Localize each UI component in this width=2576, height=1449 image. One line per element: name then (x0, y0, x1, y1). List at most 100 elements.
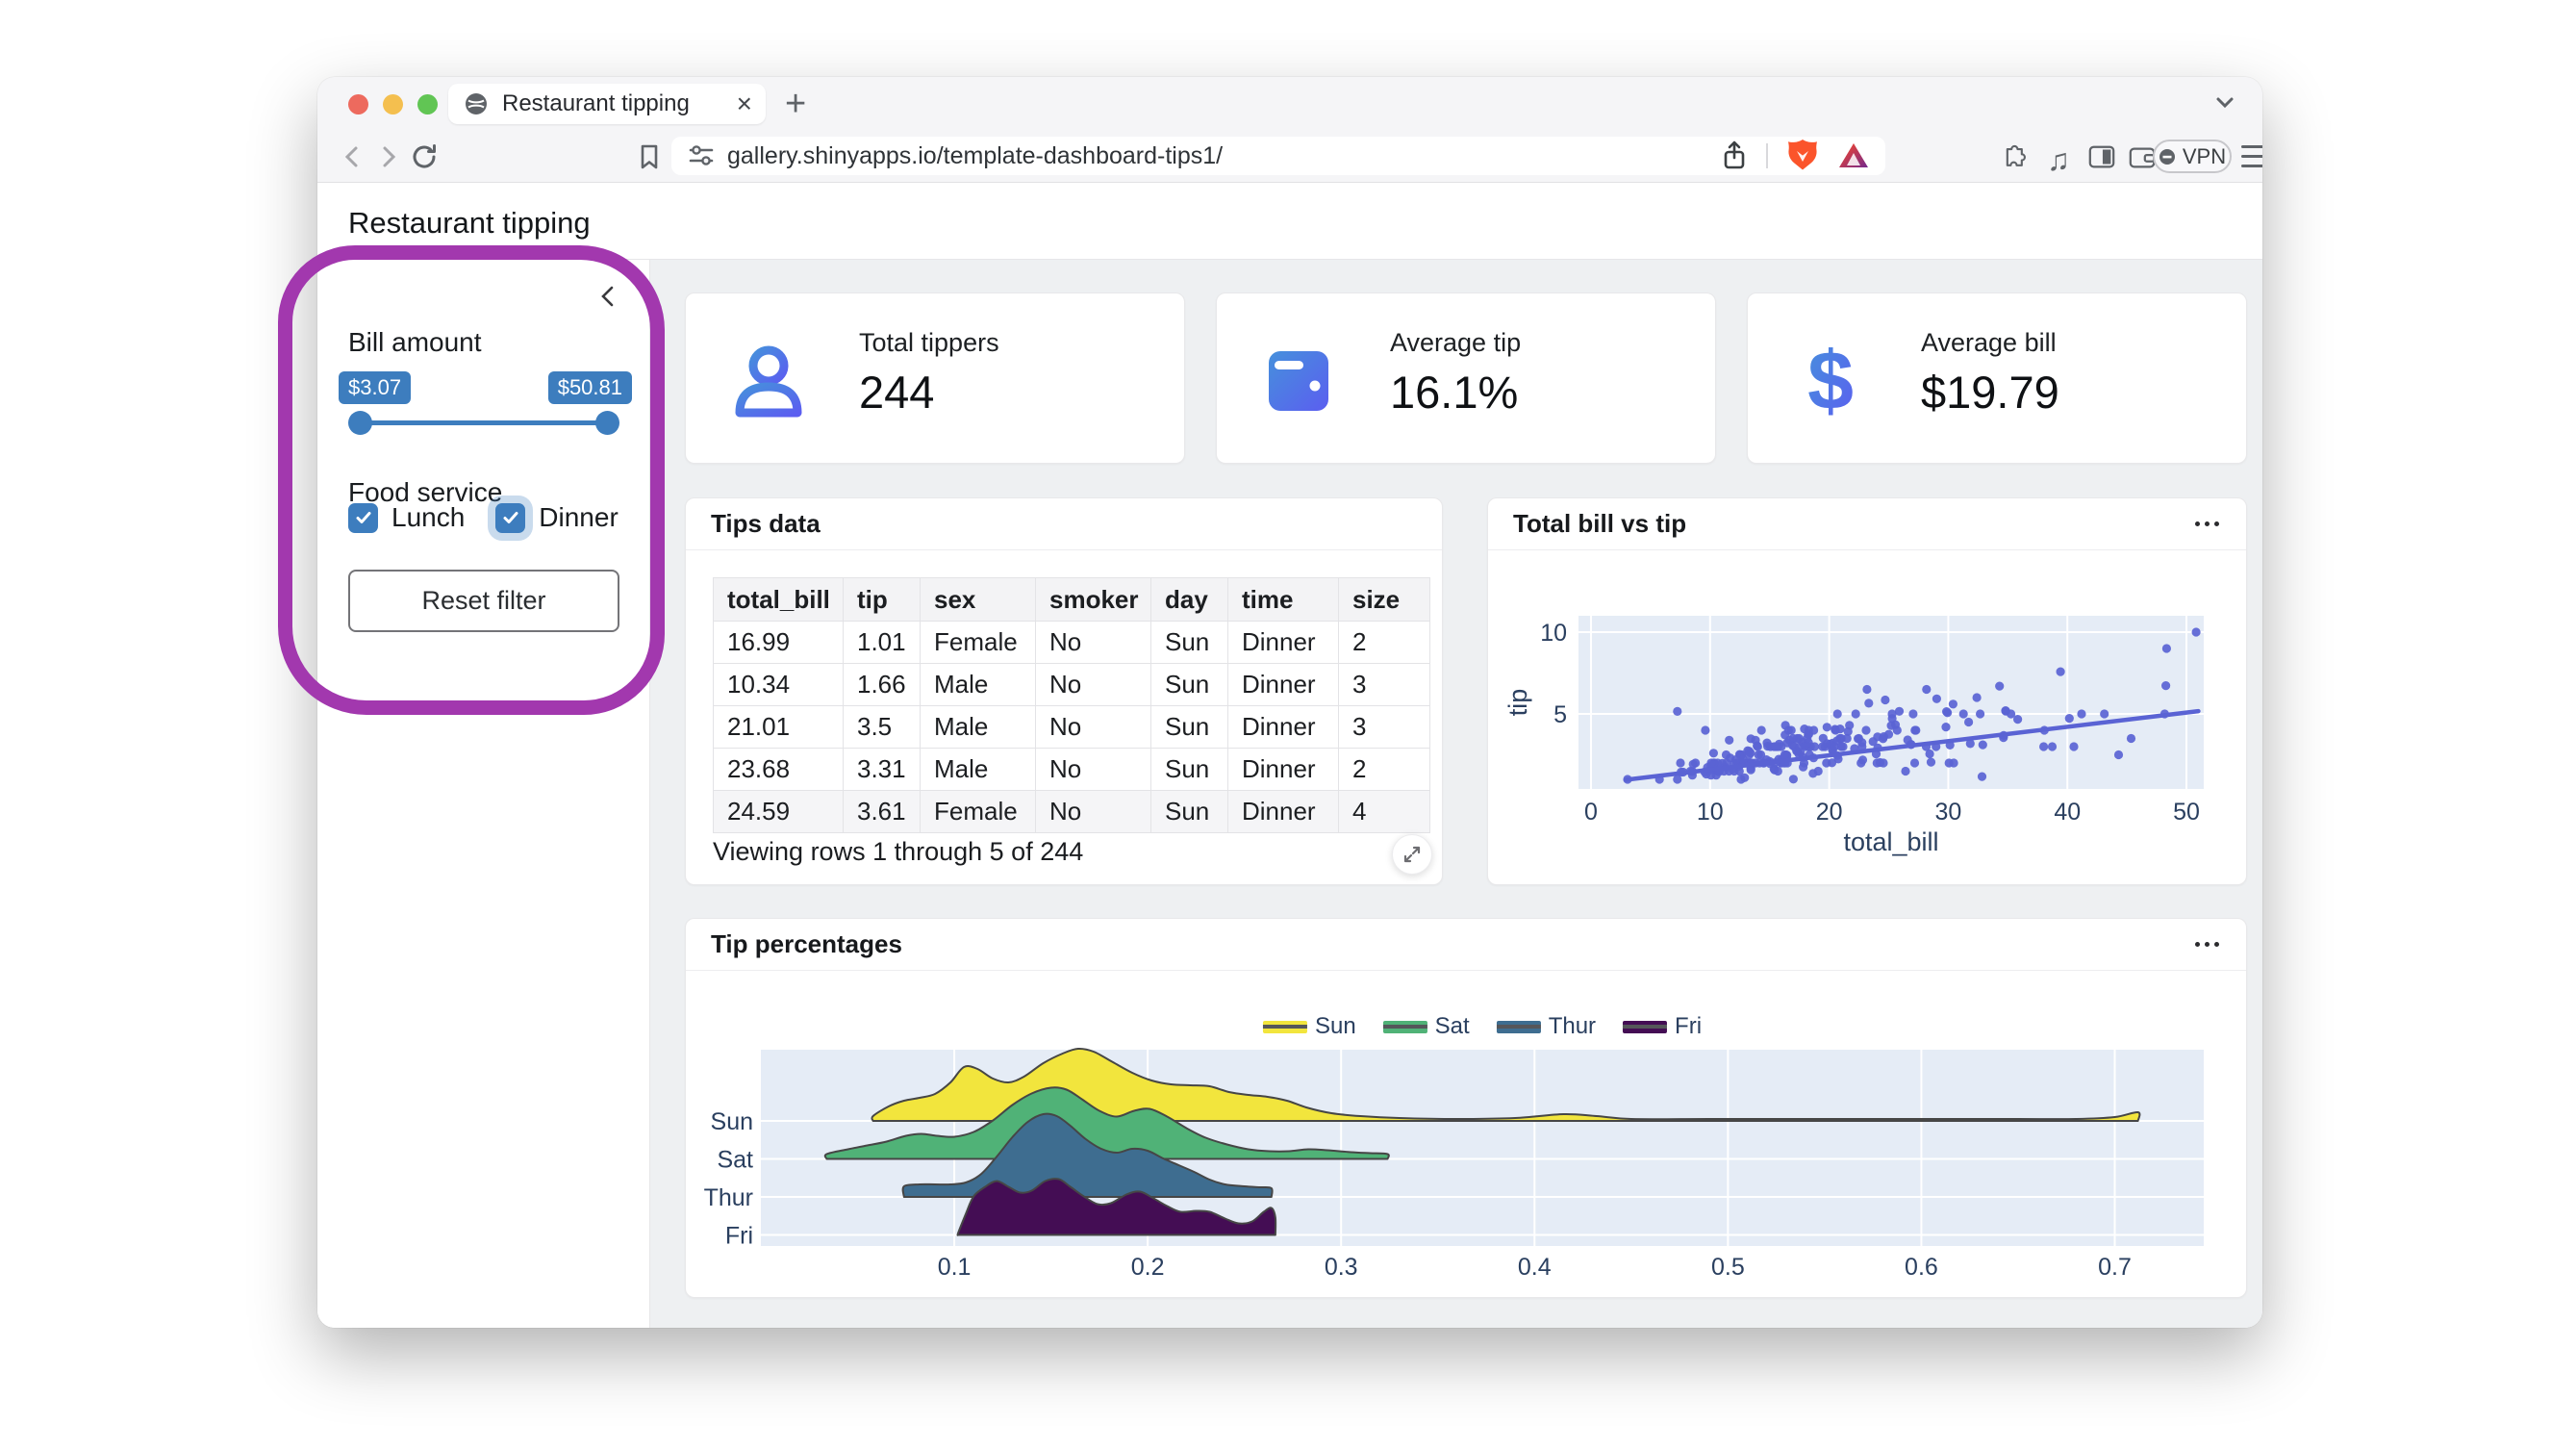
slider-min-badge: $3.07 (339, 371, 411, 404)
extensions-puzzle-icon[interactable] (1999, 142, 2028, 171)
new-tab-button[interactable]: + (785, 87, 806, 121)
sidebar-collapse-icon[interactable] (597, 283, 619, 310)
media-music-icon[interactable]: ♫ (2047, 142, 2076, 171)
svg-text:50: 50 (2173, 799, 2200, 826)
svg-text:30: 30 (1935, 799, 1962, 826)
scatter-plot: 01020304050510total_billtip (1488, 550, 2248, 886)
table-cell: Sun (1151, 664, 1228, 706)
table-cell: No (1036, 664, 1151, 706)
table-row[interactable]: 16.991.01FemaleNoSunDinner2 (714, 622, 1430, 664)
bill-amount-label: Bill amount (348, 327, 482, 358)
table-cell: 24.59 (714, 791, 844, 833)
table-cell: 3.31 (844, 749, 921, 791)
vpn-label: VPN (2183, 144, 2226, 169)
column-header: smoker (1036, 578, 1151, 622)
card-header: Total bill vs tip (1488, 498, 2246, 550)
table-cell: Sun (1151, 622, 1228, 664)
column-header: time (1228, 578, 1339, 622)
bookmark-icon[interactable] (635, 142, 664, 171)
svg-text:tip: tip (1503, 689, 1532, 717)
table-cell: No (1036, 791, 1151, 833)
value-box-value: $19.79 (1921, 366, 2059, 419)
reset-filter-button[interactable]: Reset filter (348, 570, 619, 632)
tips-table: total_billtipsexsmokerdaytimesize 16.991… (713, 577, 1430, 833)
person-icon (728, 340, 809, 420)
card-menu-button[interactable] (2193, 934, 2221, 954)
scatter-card: Total bill vs tip 01020304050510total_bi… (1487, 497, 2247, 885)
expand-table-button[interactable] (1392, 834, 1432, 875)
card-title: Total bill vs tip (1513, 509, 2193, 539)
table-cell: Male (921, 706, 1036, 749)
tune-icon[interactable] (687, 141, 716, 170)
sidebar-panel-icon[interactable] (2087, 142, 2116, 171)
back-icon[interactable] (339, 142, 367, 171)
table-row[interactable]: 21.013.5MaleNoSunDinner3 (714, 706, 1430, 749)
bat-icon[interactable] (1837, 140, 1870, 171)
table-cell: Dinner (1228, 791, 1339, 833)
checkbox-dinner-label: Dinner (539, 502, 618, 533)
table-cell: Male (921, 664, 1036, 706)
svg-text:0.7: 0.7 (2098, 1254, 2132, 1281)
checkbox-lunch[interactable]: Lunch (348, 502, 465, 533)
value-box-average-tip: Average tip 16.1% (1216, 292, 1716, 464)
svg-text:20: 20 (1816, 799, 1843, 826)
slider-handle-max[interactable] (595, 411, 619, 435)
table-cell: 1.66 (844, 664, 921, 706)
app-header: Restaurant tipping (317, 183, 2262, 260)
svg-text:Sun: Sun (711, 1108, 753, 1135)
svg-text:5: 5 (1553, 701, 1567, 728)
table-cell: Dinner (1228, 622, 1339, 664)
card-menu-button[interactable] (2193, 514, 2221, 534)
table-row[interactable]: 24.593.61FemaleNoSunDinner4 (714, 791, 1430, 833)
value-box-total-tippers: Total tippers 244 (685, 292, 1185, 464)
table-cell: 10.34 (714, 664, 844, 706)
table-status-text: Viewing rows 1 through 5 of 244 (713, 837, 1083, 867)
table-cell: Dinner (1228, 749, 1339, 791)
svg-text:40: 40 (2054, 799, 2081, 826)
url-text[interactable]: gallery.shinyapps.io/template-dashboard-… (727, 142, 1720, 170)
column-header: tip (844, 578, 921, 622)
svg-text:0: 0 (1584, 799, 1598, 826)
main-content: Total tippers 244 Average tip 16.1% (650, 260, 2262, 1328)
table-row[interactable]: 10.341.66MaleNoSunDinner3 (714, 664, 1430, 706)
checkbox-dinner[interactable]: Dinner (495, 502, 618, 533)
forward-icon[interactable] (373, 142, 402, 171)
svg-text:$: $ (1807, 340, 1854, 420)
browser-window: Restaurant tipping × + (317, 77, 2262, 1328)
menu-hamburger-icon[interactable] (2241, 145, 2262, 167)
checkbox-checked-icon[interactable] (495, 503, 525, 533)
zoom-window-button[interactable] (417, 94, 438, 114)
address-bar[interactable]: gallery.shinyapps.io/template-dashboard-… (671, 137, 1885, 175)
table-row[interactable]: 23.683.31MaleNoSunDinner2 (714, 749, 1430, 791)
browser-toolbar: gallery.shinyapps.io/template-dashboard-… (317, 129, 2262, 183)
table-cell: Female (921, 791, 1036, 833)
dollar-icon: $ (1790, 340, 1871, 420)
browser-tab[interactable]: Restaurant tipping × (448, 84, 766, 124)
minimize-window-button[interactable] (383, 94, 403, 114)
svg-text:0.4: 0.4 (1518, 1254, 1552, 1281)
table-cell: 3 (1339, 706, 1430, 749)
tab-bar: Restaurant tipping × + (317, 77, 2262, 129)
table-cell: Female (921, 622, 1036, 664)
table-cell: 21.01 (714, 706, 844, 749)
close-window-button[interactable] (348, 94, 368, 114)
value-box-text: Average tip 16.1% (1390, 328, 1521, 419)
shiny-app: Restaurant tipping Bill amount $3.07 $50… (317, 183, 2262, 1328)
tab-list-chevron-icon[interactable] (2210, 92, 2239, 114)
slider-track[interactable] (358, 420, 610, 425)
slider-max-badge: $50.81 (548, 371, 632, 404)
expand-icon (1402, 845, 1422, 864)
slider-handle-min[interactable] (348, 411, 372, 435)
svg-text:total_bill: total_bill (1843, 827, 1938, 856)
table-cell: Sun (1151, 791, 1228, 833)
brave-shield-icon[interactable] (1785, 138, 1820, 174)
vpn-button[interactable]: VPN (2153, 140, 2232, 173)
table-cell: 2 (1339, 749, 1430, 791)
reload-icon[interactable] (410, 142, 439, 171)
share-icon[interactable] (1720, 140, 1749, 171)
table-cell: 2 (1339, 622, 1430, 664)
svg-text:10: 10 (1697, 799, 1724, 826)
divider (1766, 143, 1768, 168)
tab-close-icon[interactable]: × (737, 90, 752, 117)
checkbox-checked-icon[interactable] (348, 503, 378, 533)
